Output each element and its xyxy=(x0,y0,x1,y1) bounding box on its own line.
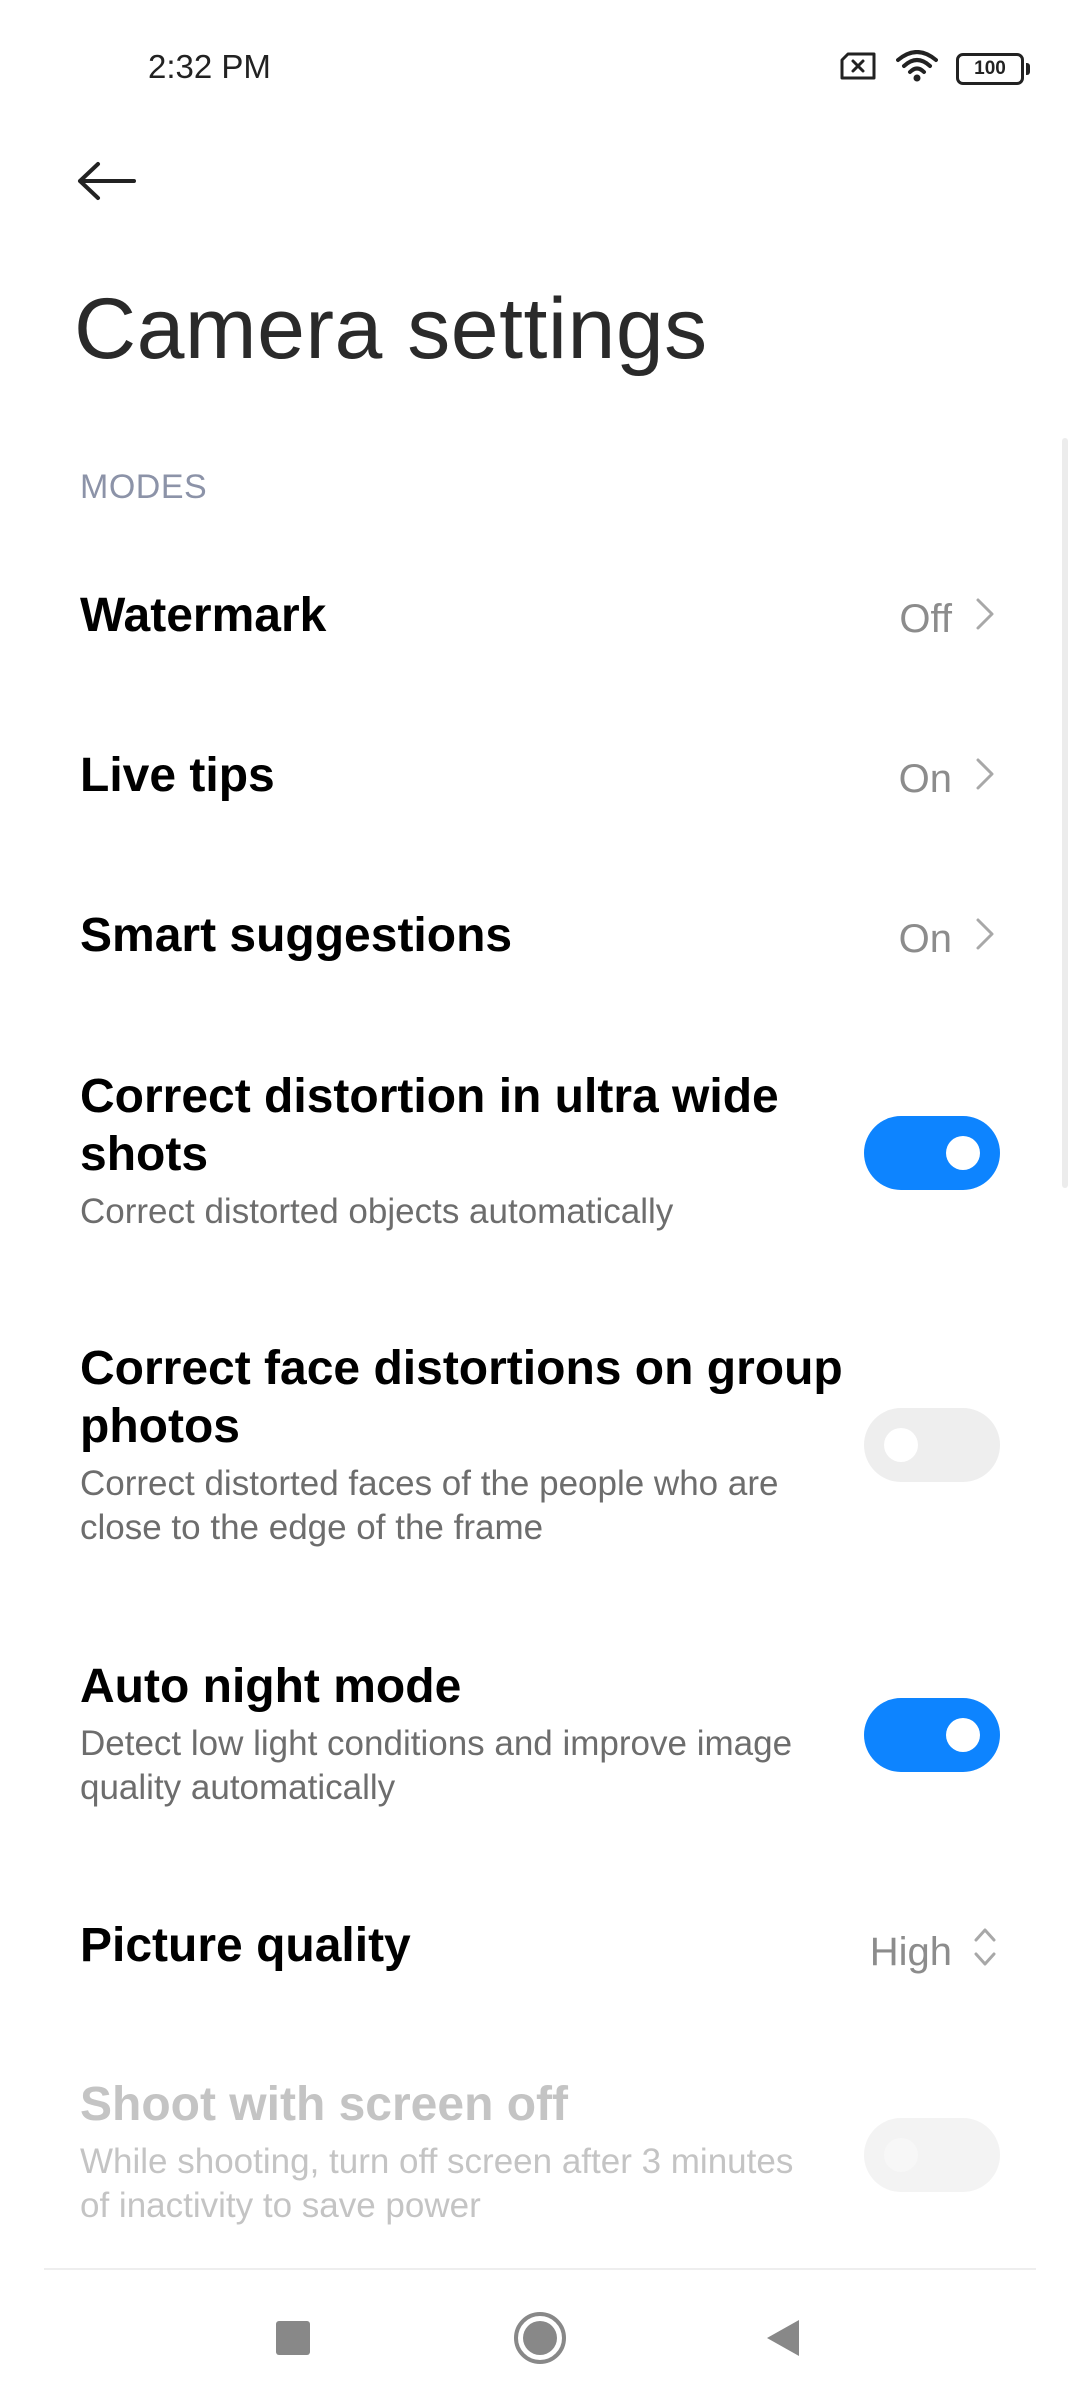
chevron-right-icon xyxy=(970,594,1000,644)
setting-row-ultra-wide-correction[interactable]: Correct distortion in ultra wide shots C… xyxy=(80,1068,1000,1248)
arrow-left-icon xyxy=(76,161,138,206)
scrollbar[interactable] xyxy=(1062,438,1068,1188)
wifi-icon xyxy=(896,50,938,87)
setting-row-watermark[interactable]: Watermark Off xyxy=(80,576,1000,656)
toggle-knob xyxy=(884,2138,918,2172)
page-title: Camera settings xyxy=(74,281,708,377)
recents-button[interactable] xyxy=(258,2305,328,2375)
setting-row-smart-suggestions[interactable]: Smart suggestions On xyxy=(80,896,1000,976)
toggle-knob xyxy=(946,1136,980,1170)
home-circle-icon xyxy=(512,2310,568,2371)
setting-title: Correct distortion in ultra wide shots xyxy=(80,1070,779,1181)
chevron-right-icon xyxy=(970,754,1000,804)
value-text: High xyxy=(869,1929,952,1974)
battery-icon: 100 xyxy=(956,52,1030,85)
back-triangle-icon xyxy=(763,2316,803,2365)
face-distortion-toggle[interactable] xyxy=(864,1408,1000,1482)
recents-square-icon xyxy=(275,2320,311,2361)
setting-title: Correct face distortions on group photos xyxy=(80,1342,843,1453)
value-text: On xyxy=(898,756,952,801)
setting-row-live-tips[interactable]: Live tips On xyxy=(80,736,1000,816)
setting-subtitle: While shooting, turn off screen after 3 … xyxy=(80,2142,794,2225)
setting-title: Smart suggestions xyxy=(80,909,513,962)
home-button[interactable] xyxy=(505,2305,575,2375)
setting-value: On xyxy=(899,914,1000,964)
setting-row-face-distortion[interactable]: Correct face distortions on group photos… xyxy=(80,1340,1000,1570)
chevron-right-icon xyxy=(970,914,1000,964)
setting-subtitle: Detect low light conditions and improve … xyxy=(80,1724,793,1807)
status-time: 2:32 PM xyxy=(148,48,271,85)
value-text: Off xyxy=(899,596,952,641)
setting-value: On xyxy=(899,754,1000,804)
setting-title: Auto night mode xyxy=(80,1660,462,1713)
setting-value: Off xyxy=(899,594,1000,644)
setting-title: Watermark xyxy=(80,589,327,642)
setting-title: Shoot with screen off xyxy=(80,2078,569,2131)
setting-row-screen-off: Shoot with screen off While shooting, tu… xyxy=(80,2076,1000,2256)
screen-off-toggle xyxy=(864,2118,1000,2192)
setting-row-auto-night-mode[interactable]: Auto night mode Detect low light conditi… xyxy=(80,1658,1000,1838)
ultra-wide-toggle[interactable] xyxy=(864,1116,1000,1190)
no-sim-icon xyxy=(838,51,878,86)
value-text: On xyxy=(898,916,952,961)
setting-title: Live tips xyxy=(80,749,275,802)
auto-night-toggle[interactable] xyxy=(864,1698,1000,1772)
back-nav-button[interactable] xyxy=(748,2305,818,2375)
setting-row-picture-quality[interactable]: Picture quality High xyxy=(80,1906,1000,1986)
toggle-knob xyxy=(884,1428,918,1462)
setting-subtitle: Correct distorted faces of the people wh… xyxy=(80,1464,779,1547)
section-header-modes: MODES xyxy=(80,468,208,506)
status-bar: 2:32 PM 100 xyxy=(0,0,1080,140)
back-button[interactable] xyxy=(74,150,140,216)
navigation-bar xyxy=(0,2270,1080,2400)
setting-value: High xyxy=(870,1924,1000,1980)
chevron-up-down-icon xyxy=(970,1924,1000,1980)
setting-subtitle: Correct distorted objects automatically xyxy=(80,1192,674,1231)
toggle-knob xyxy=(946,1718,980,1752)
battery-level: 100 xyxy=(974,57,1006,79)
setting-title: Picture quality xyxy=(80,1919,411,1972)
status-icons: 100 xyxy=(838,50,1030,87)
